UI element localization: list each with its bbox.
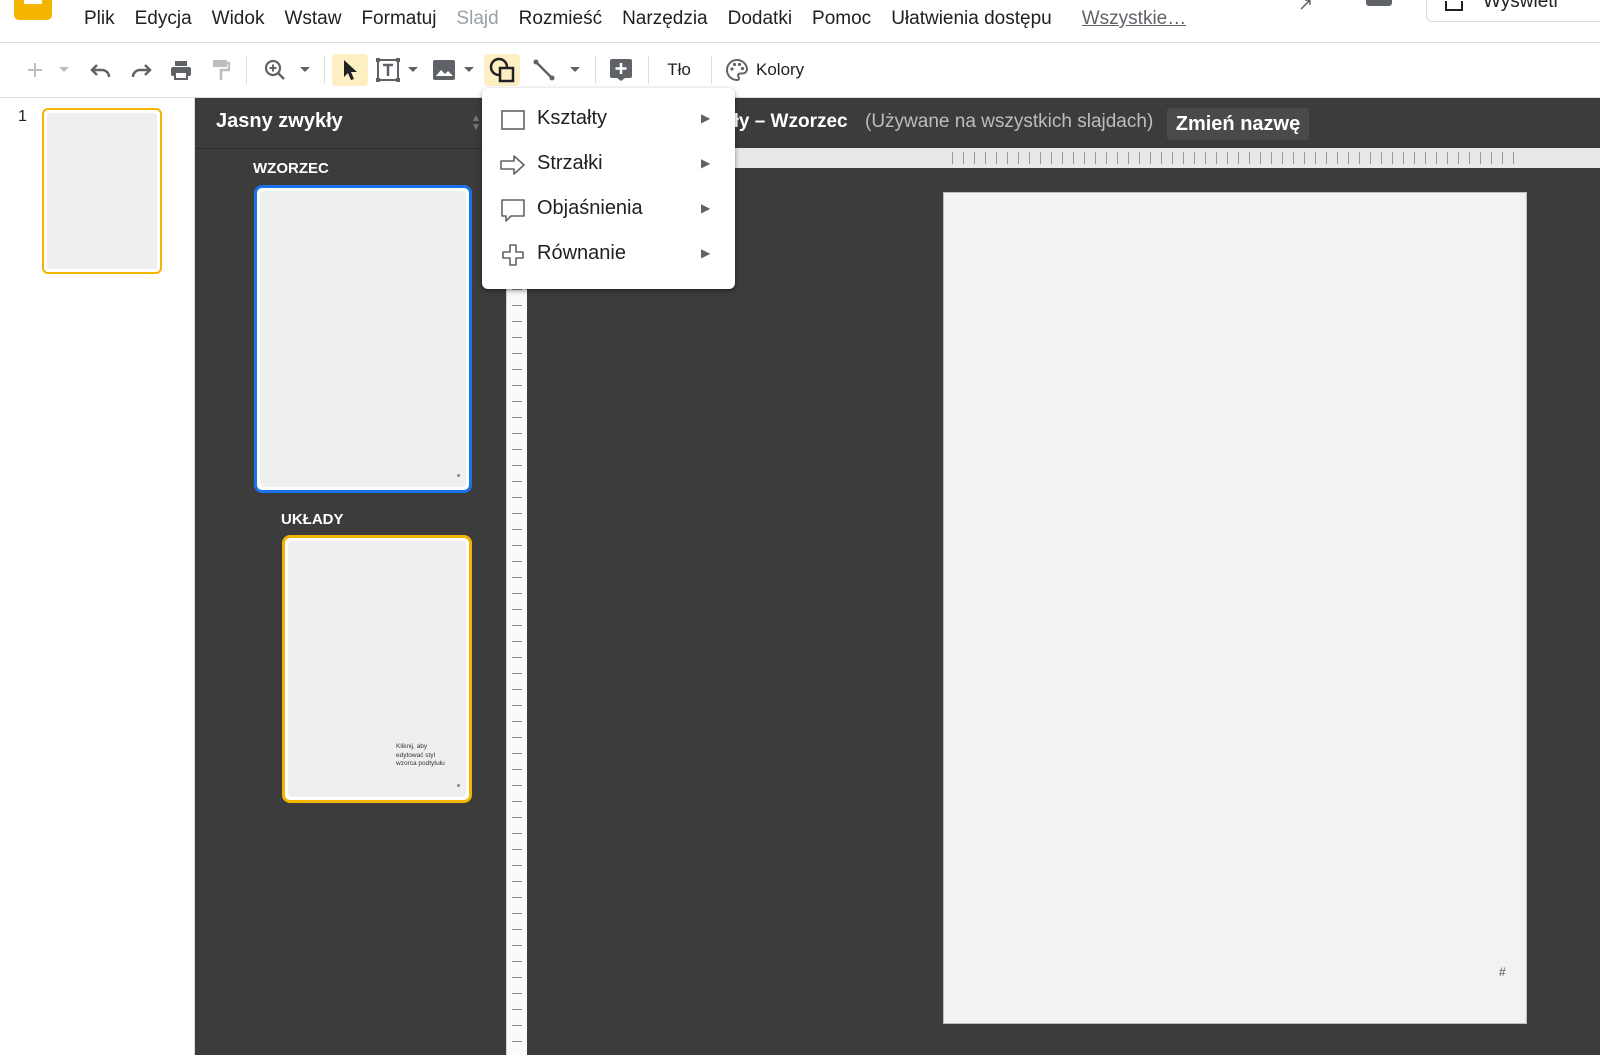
explore-icon[interactable]: ↗ <box>1298 0 1313 15</box>
insert-placeholder-icon[interactable] <box>604 54 638 86</box>
menu-file[interactable]: Plik <box>74 6 125 32</box>
shape-tool-icon[interactable] <box>484 54 520 86</box>
submenu-arrow-icon: ▶ <box>701 156 711 170</box>
toolbar-separator <box>595 56 596 84</box>
layout-title: kły – Wzorzec <box>723 111 848 132</box>
top-right-icons: ↗ <box>1290 0 1410 14</box>
undo-icon[interactable] <box>84 54 118 86</box>
menu-addons[interactable]: Dodatki <box>718 6 802 32</box>
select-tool-icon[interactable] <box>332 54 368 86</box>
rectangle-icon <box>501 110 525 130</box>
submenu-arrow-icon: ▶ <box>701 111 711 125</box>
layout-thumbnail[interactable]: Kliknij, aby edytować styl wzorca podtyt… <box>282 535 472 803</box>
present-label: Wyświetl <box>1483 0 1558 12</box>
redo-icon[interactable] <box>124 54 158 86</box>
slide-thumbnail-content <box>47 113 157 269</box>
menu-bar-items: Plik Edycja Widok Wstaw Formatuj Slajd R… <box>74 6 1196 32</box>
layout-thumbnail-content: Kliknij, aby edytować styl wzorca podtyt… <box>288 541 466 797</box>
menu-item-equation[interactable]: Równanie ▶ <box>482 232 735 277</box>
menu-arrange[interactable]: Rozmieść <box>509 6 612 32</box>
menu-item-label: Objaśnienia <box>537 197 643 219</box>
line-dropdown-icon[interactable] <box>564 54 586 86</box>
all-changes-link[interactable]: Wszystkie… <box>1072 6 1197 32</box>
toolbar: Tło Kolory <box>0 43 1600 98</box>
zoom-icon[interactable] <box>258 54 292 86</box>
print-icon[interactable] <box>164 54 198 86</box>
new-slide-icon[interactable] <box>20 54 50 86</box>
toolbar-separator <box>648 56 649 84</box>
toolbar-separator <box>711 56 712 84</box>
slide-thumbnail[interactable] <box>42 108 162 274</box>
layout-usage-note: (Używane na wszystkich slajdach) <box>865 111 1154 132</box>
comments-icon[interactable] <box>1366 0 1392 6</box>
menu-item-callouts[interactable]: Objaśnienia ▶ <box>482 187 735 232</box>
menu-item-label: Strzałki <box>537 152 603 174</box>
master-layouts-panel: Jasny zwykły ▲ ▼ WZORZEC UKŁADY Kliknij, … <box>195 98 506 1055</box>
submenu-arrow-icon: ▶ <box>701 246 711 260</box>
menu-item-arrows[interactable]: Strzałki ▶ <box>482 142 735 187</box>
callout-icon <box>501 199 525 222</box>
zoom-dropdown-icon[interactable] <box>294 54 316 86</box>
menu-item-label: Równanie <box>537 242 626 264</box>
present-icon <box>1445 1 1463 11</box>
colors-button[interactable]: Kolory <box>720 54 816 86</box>
background-label: Tło <box>667 60 691 79</box>
rename-button[interactable]: Zmień nazwę <box>1167 108 1309 140</box>
master-slide-thumbnail[interactable] <box>254 185 472 493</box>
menubar: Plik Edycja Widok Wstaw Formatuj Slajd R… <box>0 0 1600 43</box>
slide-number: 1 <box>18 108 27 125</box>
present-button[interactable]: Wyświetl <box>1426 0 1600 22</box>
filmstrip: 1 <box>0 98 195 1055</box>
menu-view[interactable]: Widok <box>202 6 275 32</box>
menu-item-label: Kształty <box>537 107 608 129</box>
toolbar-separator <box>324 56 325 84</box>
layout-subtitle-placeholder: Kliknij, aby edytować styl wzorca podtyt… <box>396 743 445 767</box>
menu-accessibility[interactable]: Ułatwienia dostępu <box>881 6 1062 32</box>
arrow-icon <box>500 155 525 175</box>
palette-icon <box>726 59 748 81</box>
menu-format[interactable]: Formatuj <box>351 6 446 32</box>
paint-format-icon[interactable] <box>204 54 238 86</box>
toolbar-separator <box>246 56 247 84</box>
slide-number-placeholder: # <box>1499 965 1506 979</box>
colors-label: Kolory <box>756 60 805 79</box>
text-box-dropdown-icon[interactable] <box>404 54 422 86</box>
slide-canvas[interactable]: # <box>943 192 1527 1024</box>
sort-arrows-icon: ▲ ▼ <box>471 113 481 133</box>
slide-number-dot <box>457 784 460 787</box>
line-tool-icon[interactable] <box>528 54 560 86</box>
submenu-arrow-icon: ▶ <box>701 201 711 215</box>
theme-name[interactable]: Jasny zwykły <box>216 110 343 133</box>
menu-item-shapes[interactable]: Kształty ▶ <box>482 97 735 142</box>
background-button[interactable]: Tło <box>656 54 702 86</box>
master-panel-header: Jasny zwykły ▲ ▼ <box>195 98 506 149</box>
image-icon[interactable] <box>428 54 460 86</box>
ruler-ticks <box>952 152 1522 164</box>
text-box-icon[interactable] <box>372 54 404 86</box>
plus-icon <box>502 244 524 266</box>
master-section-label: WZORZEC <box>253 160 329 177</box>
layouts-section-label: UKŁADY <box>281 511 344 528</box>
menu-edit[interactable]: Edycja <box>125 6 202 32</box>
insert-shape-menu: Kształty ▶ Strzałki ▶ Objaśnienia ▶ Równ… <box>482 88 735 289</box>
slides-logo[interactable] <box>14 0 52 20</box>
master-thumbnail-content <box>260 191 466 487</box>
menu-insert[interactable]: Wstaw <box>274 6 351 32</box>
menu-help[interactable]: Pomoc <box>802 6 881 32</box>
slide-number-dot <box>457 474 460 477</box>
menu-tools[interactable]: Narzędzia <box>612 6 718 32</box>
image-dropdown-icon[interactable] <box>460 54 478 86</box>
new-slide-dropdown-icon[interactable] <box>52 54 76 86</box>
menu-slide[interactable]: Slajd <box>446 6 508 32</box>
